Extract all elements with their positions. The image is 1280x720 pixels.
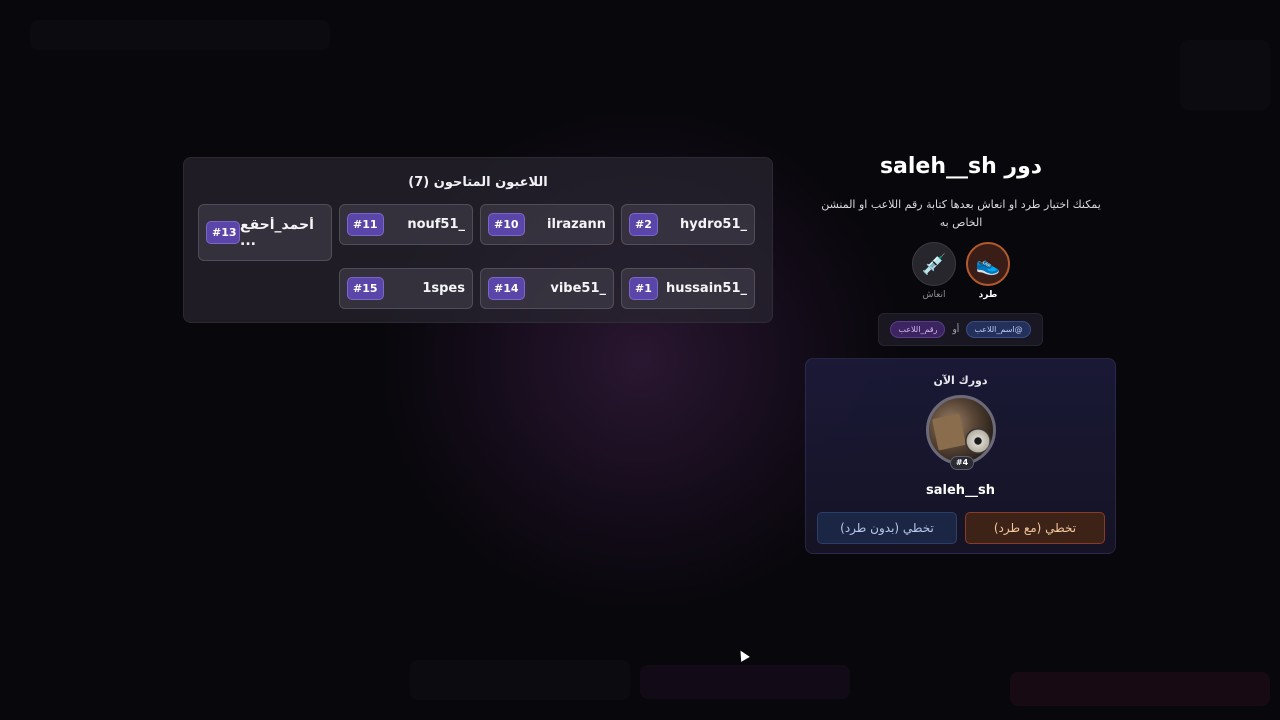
your-turn-label: دورك الآن (933, 374, 988, 387)
sneaker-icon: 👟 (966, 242, 1010, 286)
background-blur-shape (30, 20, 330, 50)
kick-action-button[interactable]: 👟 طرد (965, 242, 1011, 300)
avatar-image-detail (931, 413, 967, 451)
kick-action-label: طرد (978, 290, 998, 300)
player-number-badge: #10 (488, 213, 525, 236)
player-card[interactable]: #13 أحمد_أحقع ... (198, 204, 332, 261)
skip-without-kick-button[interactable]: تخطي (بدون طرد) (817, 512, 957, 544)
current-turn-card: دورك الآن #4 saleh__sh تخطي (مع طرد) تخط… (805, 358, 1116, 554)
background-blur-shape (640, 665, 850, 699)
avatar (926, 395, 996, 465)
player-card[interactable]: #14 vibe51_ (480, 268, 614, 309)
revive-action-label: انعاش (922, 290, 946, 300)
player-name: nouf51_ (407, 216, 465, 232)
player-card[interactable]: #11 nouf51_ (339, 204, 473, 245)
player-card[interactable]: #10 ilrazann (480, 204, 614, 245)
player-number-badge: #11 (347, 213, 384, 236)
player-card[interactable]: #1 hussain51_ (621, 268, 755, 309)
player-number-pill: رقم_اللاعب (890, 321, 946, 338)
player-name: أحمد_أحقع ... (240, 216, 314, 249)
mention-format-hint: @اسم_اللاعب أو رقم_اللاعب (878, 313, 1043, 346)
current-player-name: saleh__sh (925, 483, 996, 498)
player-number-badge: #15 (347, 277, 384, 300)
player-number-badge: #1 (629, 277, 658, 300)
player-number-badge: #13 (206, 221, 240, 244)
player-name: hydro51_ (680, 216, 747, 232)
player-name: vibe51_ (550, 280, 606, 296)
background-blur-shape (1010, 672, 1270, 706)
player-number-badge: #2 (629, 213, 658, 236)
players-panel-title: اللاعبون المتاحون (7) (408, 175, 548, 190)
player-number-badge: #14 (488, 277, 525, 300)
player-number-badge: #4 (950, 456, 974, 470)
background-blur-shape (410, 660, 630, 700)
player-card[interactable]: #2 hydro51_ (621, 204, 755, 245)
syringe-icon: 💉 (912, 242, 956, 286)
player-name: 1spes (422, 280, 465, 296)
mouse-cursor-icon (736, 648, 750, 662)
background-blur-shape (1180, 40, 1270, 110)
player-name: ilrazann (547, 216, 606, 232)
turn-hint: يمكنك اختيار طرد او انعاش بعدها كتابة رق… (821, 198, 1101, 229)
avatar-image-detail (965, 428, 991, 454)
player-card[interactable]: #15 1spes (339, 268, 473, 309)
player-name-pill: @اسم_اللاعب (966, 321, 1031, 338)
player-name: hussain51_ (665, 280, 747, 296)
turn-title: دور saleh__sh (879, 154, 1043, 179)
revive-action-button[interactable]: 💉 انعاش (911, 242, 957, 300)
skip-with-kick-button[interactable]: تخطي (مع طرد) (965, 512, 1105, 544)
or-label: أو (952, 324, 960, 335)
available-players-panel: اللاعبون المتاحون (7) #2 hydro51_ #10 il… (183, 157, 773, 323)
